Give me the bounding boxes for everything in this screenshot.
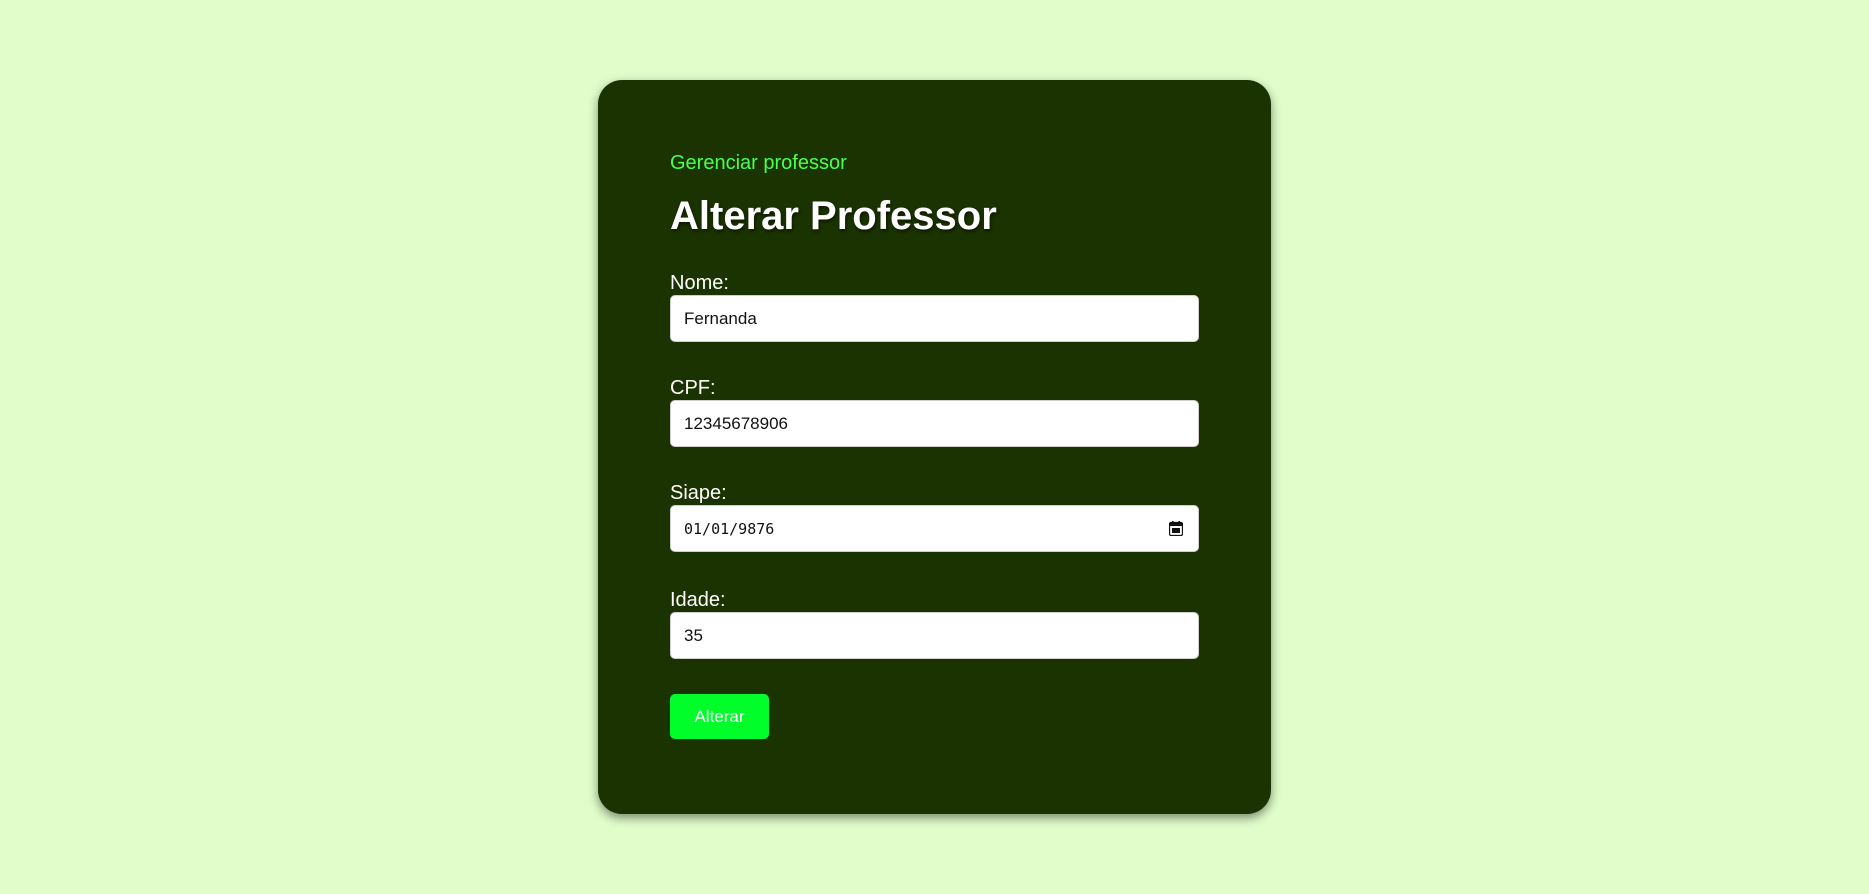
submit-row: Alterar	[670, 694, 1199, 739]
field-siape: Siape: 01/01/9876	[670, 482, 1199, 552]
alterar-button[interactable]: Alterar	[670, 694, 769, 739]
siape-date-input[interactable]: 01/01/9876	[670, 505, 1199, 552]
field-nome: Nome:	[670, 272, 1199, 342]
cpf-input[interactable]	[670, 400, 1199, 447]
form-card: Gerenciar professor Alterar Professor No…	[598, 80, 1271, 814]
calendar-icon[interactable]	[1167, 520, 1185, 538]
page-title: Alterar Professor	[670, 194, 997, 238]
idade-label: Idade:	[670, 589, 726, 611]
siape-label: Siape:	[670, 482, 727, 504]
breadcrumb-link[interactable]: Gerenciar professor	[670, 151, 847, 175]
nome-label: Nome:	[670, 272, 729, 294]
field-idade: Idade:	[670, 589, 1199, 659]
idade-input[interactable]	[670, 612, 1199, 659]
nome-input[interactable]	[670, 295, 1199, 342]
siape-date-value: 01/01/9876	[684, 519, 775, 538]
field-cpf: CPF:	[670, 377, 1199, 447]
cpf-label: CPF:	[670, 377, 716, 399]
